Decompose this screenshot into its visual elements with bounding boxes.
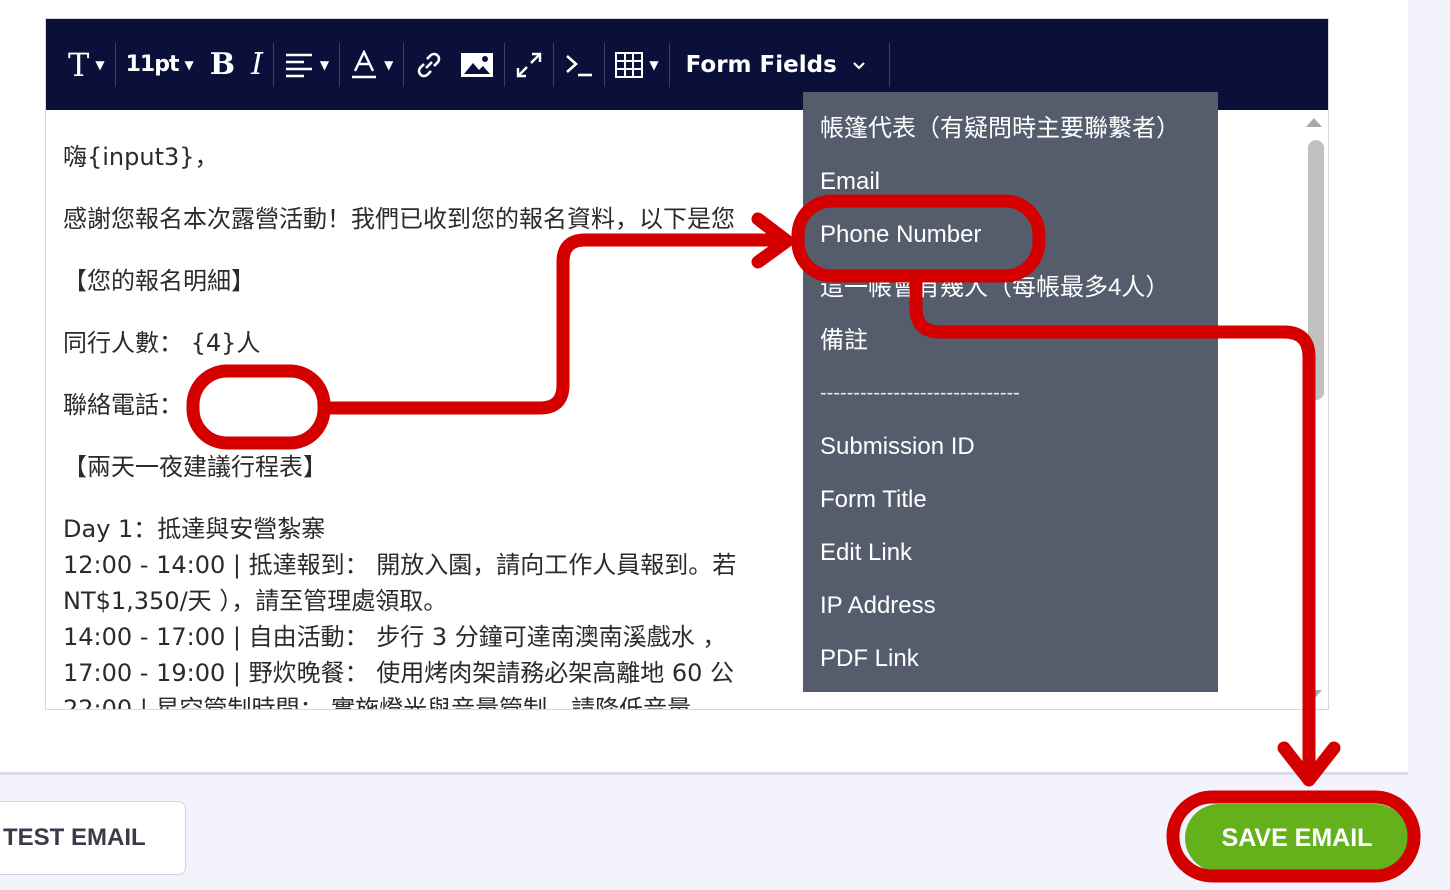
scroll-up-arrow[interactable]	[1306, 118, 1322, 127]
toolbar-divider	[114, 42, 116, 87]
text-color-icon	[352, 49, 377, 78]
toolbar-divider	[272, 42, 274, 87]
align-button[interactable]: ▼	[276, 43, 337, 87]
font-button[interactable]: T ▼	[60, 43, 113, 87]
image-icon	[461, 52, 494, 77]
toolbar-divider	[604, 42, 606, 87]
dropdown-item-pdf-link[interactable]: PDF Link	[803, 636, 1218, 689]
toolbar-divider	[339, 42, 341, 87]
link-icon	[418, 52, 441, 77]
bold-button[interactable]: B	[202, 43, 243, 87]
text-color-button[interactable]: ▼	[342, 43, 401, 87]
font-size-button[interactable]: 11pt ▼	[118, 43, 202, 87]
test-email-button[interactable]: TEST EMAIL	[0, 801, 186, 875]
dropdown-item-people-per-tent[interactable]: 這一帳會有幾人（每帳最多4人）	[803, 265, 1218, 318]
code-icon	[566, 54, 593, 76]
fullscreen-icon	[517, 52, 542, 77]
dropdown-item-ip-address[interactable]: IP Address	[803, 583, 1218, 636]
link-button[interactable]	[406, 43, 452, 87]
stage: T ▼ 11pt ▼ B I ▼ ▼ ▼ Form Fields 嗨{input…	[0, 0, 1450, 890]
dropdown-item-form-title[interactable]: Form Title	[803, 477, 1218, 530]
side-strip	[1408, 0, 1450, 890]
dropdown-item-tent-representative[interactable]: 帳篷代表（有疑問時主要聯繫者）	[803, 106, 1218, 159]
caret-down-icon: ▼	[184, 57, 194, 72]
fullscreen-button[interactable]	[507, 43, 551, 87]
font-size-label: 11pt	[125, 52, 180, 77]
bold-icon: B	[209, 47, 236, 82]
dropdown-item-notes[interactable]: 備註	[803, 318, 1218, 371]
dropdown-item-edit-link[interactable]: Edit Link	[803, 530, 1218, 583]
caret-down-icon: ▼	[384, 57, 394, 72]
toolbar-divider	[668, 42, 670, 87]
form-fields-dropdown: 帳篷代表（有疑問時主要聯繫者） Email Phone Number 這一帳會有…	[803, 92, 1218, 692]
form-fields-button[interactable]: Form Fields	[672, 43, 875, 87]
table-icon	[615, 51, 644, 78]
dropdown-item-submission-id[interactable]: Submission ID	[803, 424, 1218, 477]
dropdown-separator: ------------------------------	[820, 382, 1020, 404]
dropdown-item-email[interactable]: Email	[803, 159, 1218, 212]
code-button[interactable]	[556, 43, 602, 87]
scroll-down-arrow[interactable]	[1306, 690, 1322, 699]
italic-button[interactable]: I	[243, 43, 271, 87]
caret-down-icon: ▼	[319, 57, 330, 72]
caret-down-icon: ▼	[649, 57, 659, 72]
caret-down-icon: ▼	[95, 57, 105, 72]
toolbar-divider	[553, 42, 555, 87]
toolbar-divider	[403, 42, 405, 87]
save-email-button[interactable]: SAVE EMAIL	[1185, 804, 1409, 872]
image-button[interactable]	[452, 43, 502, 87]
table-button[interactable]: ▼	[607, 43, 666, 87]
dropdown-item-phone-number[interactable]: Phone Number	[803, 212, 1218, 265]
scrollbar-thumb[interactable]	[1308, 140, 1324, 400]
chevron-down-icon	[852, 61, 865, 70]
align-icon	[285, 53, 312, 77]
font-icon: T	[68, 45, 90, 84]
form-fields-label: Form Fields	[685, 51, 837, 78]
toolbar-divider	[888, 42, 890, 87]
toolbar-divider	[504, 42, 506, 87]
italic-icon: I	[251, 47, 263, 82]
itinerary-line-5: 22:00 | 星空管制時間： 實施燈光與音量管制，請降低音量 。	[63, 695, 723, 710]
